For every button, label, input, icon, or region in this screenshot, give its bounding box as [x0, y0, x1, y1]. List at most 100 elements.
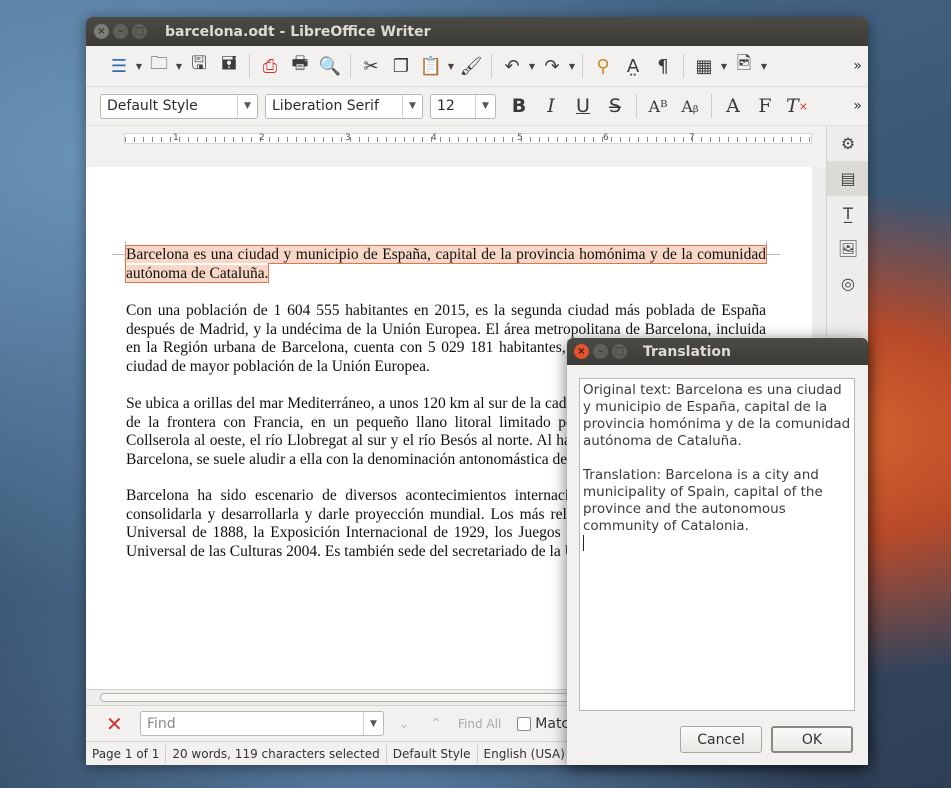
ruler-number: 4 — [431, 133, 437, 143]
cancel-button[interactable]: Cancel — [680, 726, 762, 753]
styles-icon[interactable]: T̲ — [827, 196, 868, 231]
toolbar-overflow-icon[interactable]: » — [853, 98, 862, 114]
bold-icon[interactable]: B — [503, 91, 535, 121]
formatting-toolbar: Default Style ▼ Liberation Serif ▼ 12 ▼ … — [86, 87, 868, 125]
window-maximize-button[interactable]: □ — [132, 24, 147, 39]
margin-corner — [112, 241, 126, 255]
toolbar-separator — [350, 54, 351, 78]
gallery-icon[interactable]: 🖼 — [827, 231, 868, 266]
paragraph-style-value: Default Style — [107, 98, 198, 114]
insert-image-icon[interactable]: 🖻 — [729, 51, 759, 81]
sidebar-toggle-icon[interactable]: ☰ — [104, 51, 134, 81]
close-icon[interactable]: ✕ — [106, 712, 128, 736]
find-all-button[interactable]: Find All — [458, 717, 501, 731]
window-minimize-button[interactable]: – — [113, 24, 128, 39]
redo-icon[interactable]: ↷ — [537, 51, 567, 81]
ruler-strip: 1 2 3 4 5 6 7 — [124, 133, 812, 144]
table-dropdown-icon[interactable]: ▼ — [719, 62, 729, 71]
dialog-title: Translation — [643, 343, 731, 360]
match-case-checkbox[interactable] — [517, 716, 532, 731]
cut-icon[interactable]: ✂ — [356, 51, 386, 81]
find-replace-icon[interactable]: ⚲ — [588, 51, 618, 81]
ruler-number: 7 — [689, 133, 695, 143]
ruler-ticks — [125, 137, 811, 142]
clone-format-icon[interactable]: 🖌 — [456, 51, 486, 81]
save-icon[interactable]: 🖫 — [184, 51, 214, 81]
undo-dropdown-icon[interactable]: ▼ — [527, 62, 537, 71]
paragraph-style-combo[interactable]: Default Style ▼ — [100, 93, 258, 119]
ruler-number: 5 — [517, 133, 523, 143]
outline-icon[interactable]: F — [749, 91, 781, 121]
writer-titlebar: × – □ barcelona.odt - LibreOffice Writer — [86, 17, 868, 46]
copy-icon[interactable]: ❐ — [386, 51, 416, 81]
paragraph-1[interactable]: Barcelona es una ciudad y municipio de E… — [125, 245, 767, 283]
subscript-icon[interactable]: Aᵦ — [674, 91, 706, 121]
chevron-down-icon[interactable]: ▼ — [363, 712, 383, 735]
new-dropdown-icon[interactable]: ▼ — [134, 62, 144, 71]
print-icon[interactable]: 🖶 — [285, 51, 315, 81]
dialog-titlebar: × – □ Translation — [567, 338, 868, 365]
font-name-combo[interactable]: Liberation Serif ▼ — [265, 93, 423, 119]
navigator-icon[interactable]: ◎ — [827, 266, 868, 301]
selected-text[interactable]: Barcelona es una ciudad y municipio de E… — [125, 245, 767, 283]
window-close-button[interactable]: × — [94, 24, 109, 39]
original-text: Original text: Barcelona es una ciudad y… — [583, 382, 851, 449]
page-style[interactable]: Default Style — [387, 744, 478, 763]
ok-button[interactable]: OK — [771, 726, 853, 753]
toolbar-separator — [491, 54, 492, 78]
paste-dropdown-icon[interactable]: ▼ — [446, 62, 456, 71]
page-count[interactable]: Page 1 of 1 — [86, 744, 167, 763]
chevron-down-icon[interactable]: ▼ — [402, 94, 422, 118]
window-title: barcelona.odt - LibreOffice Writer — [165, 23, 431, 40]
translation-textarea[interactable]: Original text: Barcelona es una ciudad y… — [579, 378, 855, 711]
margin-corner — [766, 241, 780, 255]
spelling-icon[interactable]: A̤ — [618, 51, 648, 81]
dialog-close-button[interactable]: × — [574, 344, 589, 359]
save-as-icon[interactable]: 🖬 — [214, 51, 244, 81]
word-count[interactable]: 20 words, 119 characters selected — [166, 744, 387, 763]
ruler-number: 3 — [345, 133, 351, 143]
properties-icon[interactable]: ⚙ — [827, 126, 868, 161]
chevron-down-icon[interactable]: ▼ — [475, 94, 495, 118]
print-preview-icon[interactable]: 🔍 — [315, 51, 345, 81]
ruler-number: 1 — [173, 133, 179, 143]
horizontal-ruler[interactable]: 1 2 3 4 5 6 7 — [86, 125, 868, 151]
toolbar-overflow-icon[interactable]: » — [853, 58, 862, 74]
standard-toolbar: ☰ ▼ 🗀 ▼ 🖫 🖬 ⎙ 🖶 🔍 ✂ ❐ 📋 ▼ 🖌 ↶ ▼ ↷ ▼ ⚲ A̤… — [86, 46, 868, 87]
language[interactable]: English (USA) — [478, 744, 572, 763]
shadow-icon[interactable]: A — [717, 91, 749, 121]
font-name-value: Liberation Serif — [272, 98, 379, 114]
undo-icon[interactable]: ↶ — [497, 51, 527, 81]
font-size-value: 12 — [437, 98, 455, 114]
toolbar-separator — [711, 94, 712, 118]
find-input[interactable]: Find ▼ — [140, 711, 384, 736]
insert-table-icon[interactable]: ▦ — [689, 51, 719, 81]
formatting-marks-icon[interactable]: ¶ — [648, 51, 678, 81]
find-placeholder: Find — [147, 715, 176, 732]
dialog-minimize-button[interactable]: – — [593, 344, 608, 359]
paste-icon[interactable]: 📋 — [416, 51, 446, 81]
chevron-down-icon[interactable]: ▼ — [237, 94, 257, 118]
find-previous-icon[interactable]: ⌃ — [430, 716, 448, 732]
font-size-combo[interactable]: 12 ▼ — [430, 93, 496, 119]
open-icon[interactable]: 🗀 — [144, 51, 174, 81]
underline-icon[interactable]: U — [567, 91, 599, 121]
italic-icon[interactable]: I — [535, 91, 567, 121]
text-caret — [583, 535, 584, 551]
redo-dropdown-icon[interactable]: ▼ — [567, 62, 577, 71]
toolbar-separator — [582, 54, 583, 78]
translated-text: Translation: Barcelona is a city and mun… — [583, 467, 823, 534]
clear-format-icon[interactable]: T × — [781, 91, 813, 121]
toolbar-separator — [636, 94, 637, 118]
superscript-icon[interactable]: Aᴮ — [642, 91, 674, 121]
export-pdf-icon[interactable]: ⎙ — [255, 51, 285, 81]
open-dropdown-icon[interactable]: ▼ — [174, 62, 184, 71]
page-icon[interactable]: ▤ — [827, 161, 868, 196]
toolbar-separator — [249, 54, 250, 78]
strikethrough-icon[interactable]: S̶ — [599, 91, 631, 121]
translation-dialog: × – □ Translation Original text: Barcelo… — [567, 338, 868, 765]
image-dropdown-icon[interactable]: ▼ — [759, 62, 769, 71]
ruler-number: 2 — [259, 133, 265, 143]
dialog-maximize-button[interactable]: □ — [612, 344, 627, 359]
find-next-icon[interactable]: ⌄ — [398, 716, 416, 732]
